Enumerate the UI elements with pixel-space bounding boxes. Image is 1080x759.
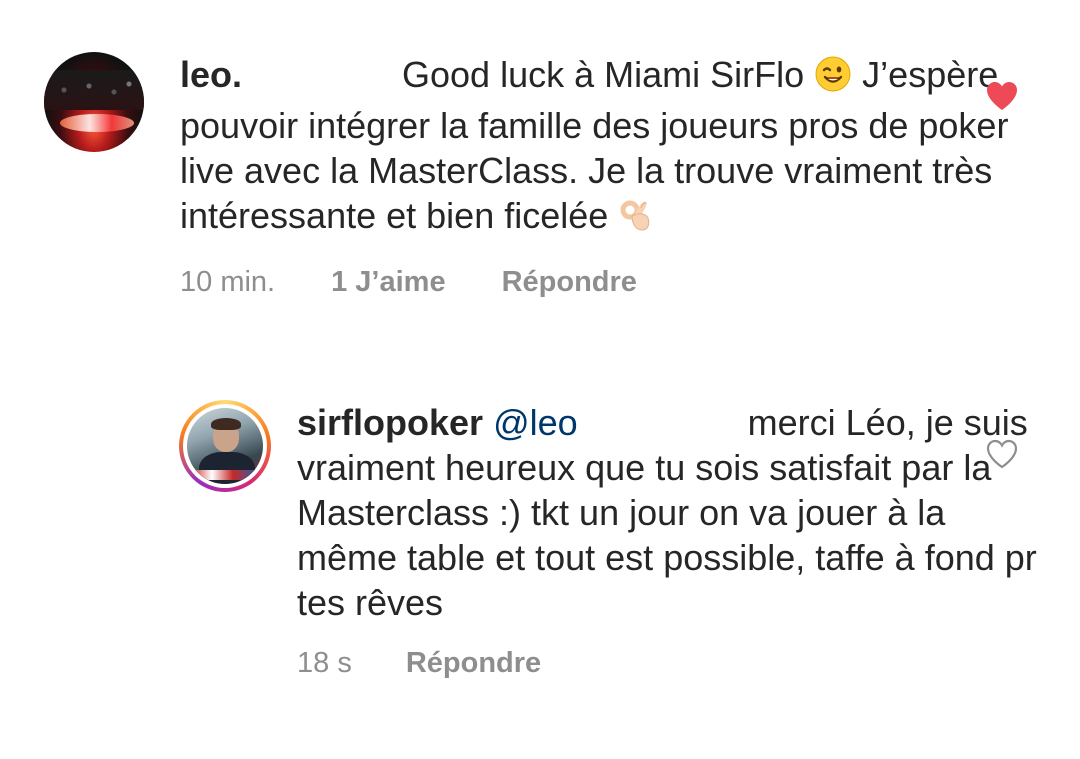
comment-text: leo. Good luck à Miami SirFlo J’espère po… (180, 52, 1044, 244)
ok-hand-icon (618, 194, 654, 244)
comment-thread: leo. Good luck à Miami SirFlo J’espère po… (0, 0, 1080, 759)
heart-filled-icon (987, 82, 1017, 110)
comment-time: 10 min. (180, 266, 276, 298)
reply-content: sirflopoker @leo merci Léo, je suis vraim… (297, 400, 1039, 680)
reply-mention[interactable]: @leo (493, 402, 578, 443)
like-button[interactable] (985, 80, 1019, 117)
like-button[interactable] (985, 438, 1019, 475)
comment-likes-count[interactable]: 1 J’aime (331, 266, 445, 299)
comment-text-first: Good luck à Miami SirFlo (402, 54, 805, 95)
reply-comment: sirflopoker @leo merci Léo, je suis vraim… (179, 400, 1039, 680)
reply-meta: 18 s Répondre (297, 647, 1039, 680)
comment-username[interactable]: leo. (180, 54, 242, 95)
avatar-stage-detail (60, 114, 134, 132)
reply-button[interactable]: Répondre (406, 647, 541, 680)
reply-text-first: merci Léo, (747, 402, 916, 443)
comment-meta: 10 min. 1 J’aime Répondre (180, 266, 1044, 299)
story-ring[interactable] (179, 400, 271, 492)
reply-username[interactable]: sirflopoker (297, 402, 483, 443)
reply-button[interactable]: Répondre (502, 266, 637, 299)
avatar-crowd-detail (44, 70, 144, 110)
avatar-chips-detail (191, 470, 261, 480)
winking-face-icon (814, 55, 852, 103)
heart-outline-icon (986, 439, 1018, 469)
avatar[interactable] (44, 52, 144, 152)
reply-text: sirflopoker @leo merci Léo, je suis vraim… (297, 400, 1039, 625)
avatar-hair-detail (211, 418, 241, 430)
avatar (187, 408, 263, 484)
comment-content: leo. Good luck à Miami SirFlo J’espère po… (180, 52, 1044, 299)
reply-time: 18 s (297, 647, 352, 679)
comment: leo. Good luck à Miami SirFlo J’espère po… (44, 52, 1044, 299)
